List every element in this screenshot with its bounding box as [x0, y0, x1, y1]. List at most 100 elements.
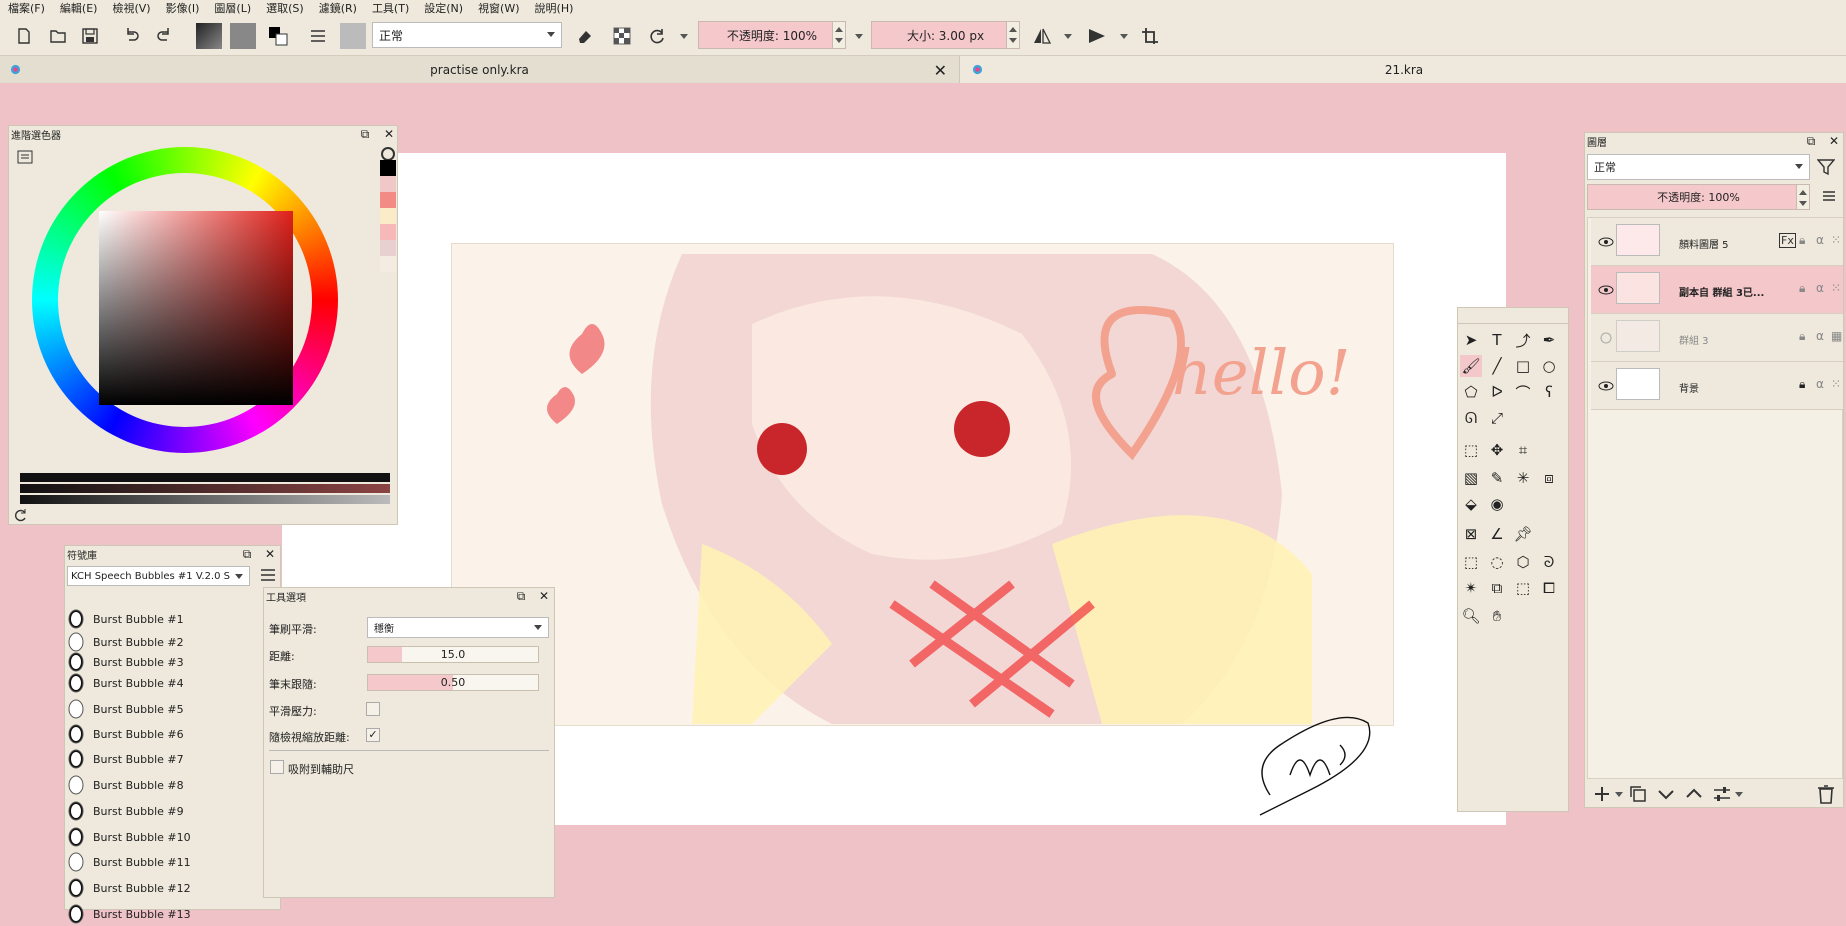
pan-icon[interactable]: ✋︎ — [1486, 605, 1508, 627]
symbol-item[interactable]: Burst Bubble #5 — [67, 697, 184, 721]
measure-icon[interactable]: ∠ — [1486, 523, 1508, 545]
distance-slider[interactable]: 15.0 — [367, 646, 539, 663]
layer-row[interactable]: 顏料圖層 5 Fx 🔒︎ α ⁙ — [1591, 218, 1843, 266]
locked-icon[interactable]: 🔒︎ — [1799, 377, 1805, 392]
assistant-icon[interactable]: ⊠ — [1460, 523, 1482, 545]
mirror-horizontal-icon[interactable] — [1030, 24, 1054, 48]
dynamic-brush-icon[interactable]: ᘏ — [1460, 407, 1482, 429]
visibility-eye-icon[interactable] — [1598, 282, 1614, 298]
inherit-alpha-icon[interactable]: ⁙ — [1831, 281, 1841, 295]
gray-color-bar[interactable] — [20, 495, 390, 504]
size-spinbox[interactable]: 大小: 3.00 px — [871, 21, 1020, 49]
crop-icon[interactable]: ⌗ — [1512, 439, 1534, 461]
gradient-icon[interactable]: ▧ — [1460, 467, 1482, 489]
symbol-item[interactable]: Burst Bubble #10 — [67, 825, 191, 849]
color-settings-icon[interactable] — [17, 150, 33, 164]
wrap-around-icon[interactable] — [1138, 24, 1162, 48]
menu-window[interactable]: 視窗(W) — [470, 0, 526, 16]
move-icon[interactable]: ✥ — [1486, 439, 1508, 461]
symbol-item[interactable]: Burst Bubble #9 — [67, 799, 184, 823]
zoom-icon[interactable]: 🔍︎ — [1460, 605, 1482, 627]
fill-icon[interactable]: ⧈ — [1538, 467, 1560, 489]
gradient-swatch-icon[interactable] — [196, 23, 222, 49]
polygon-select-icon[interactable]: ⬡ — [1512, 551, 1534, 573]
lock-icon[interactable]: 🔒︎ — [1799, 329, 1805, 344]
magnetic-select-icon[interactable]: ⧠ — [1538, 577, 1560, 599]
inherit-alpha-icon[interactable]: ⁙ — [1831, 233, 1841, 247]
open-folder-icon[interactable] — [46, 24, 70, 48]
colorize-mask-icon[interactable]: ◉ — [1486, 493, 1508, 515]
menu-filter[interactable]: 濾鏡(R) — [311, 0, 364, 16]
brush-presets-icon[interactable] — [306, 24, 330, 48]
color-swatch[interactable] — [380, 224, 396, 240]
ellipse-select-icon[interactable]: ◌ — [1486, 551, 1508, 573]
freehand-select-icon[interactable]: ᘐ — [1538, 551, 1560, 573]
opacity-spinbox[interactable]: 不透明度: 100% — [698, 21, 846, 49]
layers-menu-icon[interactable] — [1822, 189, 1836, 203]
bezier-select-icon[interactable]: ⬚ — [1512, 577, 1534, 599]
new-document-icon[interactable] — [12, 24, 36, 48]
fg-bg-color-icon[interactable] — [266, 24, 290, 48]
multibrush-icon[interactable]: ⤢ — [1486, 407, 1508, 429]
line-icon[interactable]: ╱ — [1486, 355, 1508, 377]
brush-tip-preview-icon[interactable] — [340, 23, 366, 49]
layer-row-selected[interactable]: 副本自 群組 3已... 🔒︎ α ⁙ — [1591, 266, 1843, 314]
menu-layer[interactable]: 圖層(L) — [206, 0, 258, 16]
pressure-checkbox[interactable] — [366, 702, 380, 716]
mirror-horizontal-dropdown-icon[interactable] — [1064, 34, 1072, 39]
visibility-eye-icon[interactable] — [1598, 234, 1614, 250]
smoothing-select[interactable]: 穩衡 — [367, 617, 549, 638]
refresh-icon[interactable] — [14, 508, 28, 522]
menu-image[interactable]: 影像(I) — [158, 0, 207, 16]
lock-icon[interactable]: 🔒︎ — [1799, 233, 1805, 248]
close-docker-icon[interactable]: ✕ — [1827, 134, 1841, 148]
snap-ruler-checkbox[interactable] — [270, 760, 284, 774]
transform-icon[interactable]: ⬚ — [1460, 439, 1482, 461]
close-docker-icon[interactable]: ✕ — [263, 547, 277, 561]
inherit-alpha-icon[interactable]: ⁙ — [1831, 377, 1841, 391]
menu-edit[interactable]: 編輯(E) — [52, 0, 105, 16]
layer-properties-dropdown-icon[interactable] — [1735, 792, 1743, 797]
symbol-item[interactable]: Burst Bubble #6 — [67, 722, 184, 746]
layer-row[interactable]: 背景 🔒︎ α ⁙ — [1591, 362, 1843, 410]
rect-select-icon[interactable]: ⬚ — [1460, 551, 1482, 573]
close-docker-icon[interactable]: ✕ — [537, 589, 551, 603]
pass-through-icon[interactable]: ▦ — [1831, 329, 1842, 343]
alpha-lock-icon[interactable]: α — [1816, 377, 1824, 391]
delete-layer-icon[interactable] — [1817, 784, 1835, 804]
color-swatch[interactable] — [380, 208, 396, 224]
symbol-item[interactable]: Burst Bubble #8 — [67, 773, 184, 797]
alpha-lock-icon[interactable]: α — [1816, 329, 1824, 343]
reload-preset-icon[interactable] — [645, 24, 669, 48]
enclose-fill-icon[interactable]: ⬙ — [1460, 493, 1482, 515]
recent-color-bar[interactable] — [20, 484, 390, 493]
move-layer-up-icon[interactable] — [1685, 785, 1703, 803]
library-menu-icon[interactable] — [260, 568, 276, 582]
scale-distance-checkbox[interactable]: ✓ — [366, 728, 380, 742]
tab-practise-only[interactable]: practise only.kra ✕ — [0, 56, 960, 83]
bezier-curve-icon[interactable]: ⌒ — [1512, 381, 1534, 403]
eraser-mode-icon[interactable] — [573, 24, 597, 48]
menu-settings[interactable]: 設定(N) — [416, 0, 470, 16]
color-swatch[interactable] — [380, 192, 396, 208]
layer-properties-icon[interactable] — [1713, 785, 1731, 803]
rectangle-icon[interactable]: □ — [1512, 355, 1534, 377]
symbol-item[interactable]: Burst Bubble #4 — [67, 671, 184, 695]
menu-file[interactable]: 檔案(F) — [0, 0, 52, 16]
symbol-item[interactable]: Burst Bubble #13 — [67, 902, 191, 926]
contiguous-select-icon[interactable]: ✴ — [1460, 577, 1482, 599]
close-docker-icon[interactable]: ✕ — [382, 127, 396, 141]
reference-pin-icon[interactable]: 📌︎ — [1512, 523, 1534, 545]
float-docker-icon[interactable]: ⧉ — [514, 589, 528, 603]
mirror-vertical-icon[interactable] — [1085, 24, 1109, 48]
visibility-eye-icon[interactable] — [1598, 378, 1614, 394]
polyline-icon[interactable]: ᐅ — [1486, 381, 1508, 403]
edit-shapes-icon[interactable]: ⤴ — [1512, 329, 1534, 351]
float-docker-icon[interactable]: ⧉ — [358, 127, 372, 141]
lock-icon[interactable]: 🔒︎ — [1799, 281, 1805, 296]
redo-icon[interactable] — [152, 24, 176, 48]
symbol-item[interactable]: Burst Bubble #7 — [67, 747, 184, 771]
float-docker-icon[interactable]: ⧉ — [1804, 134, 1818, 148]
ellipse-icon[interactable]: ○ — [1538, 355, 1560, 377]
fx-icon[interactable]: Fx — [1779, 233, 1796, 248]
